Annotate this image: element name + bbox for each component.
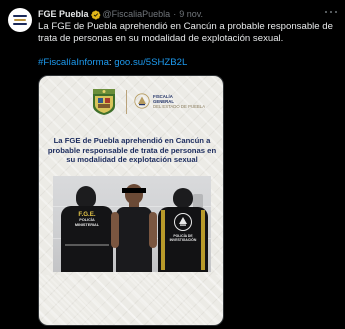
tweet[interactable]: FGE Puebla @FiscaliaPuebla · 9 nov. La F… <box>0 0 345 329</box>
tweet-image[interactable]: FISCALÍA GENERAL DEL ESTADO DE PUEBLA La… <box>38 75 224 326</box>
officer-left: F.G.E. POLICÍA MINISTERIAL <box>59 186 115 272</box>
tweet-text: La FGE de Puebla aprehendió en Cancún a … <box>38 21 333 44</box>
display-name[interactable]: FGE Puebla <box>38 9 89 20</box>
handle[interactable]: @FiscaliaPuebla <box>103 9 171 20</box>
url-link[interactable]: goo.su/5SHZB2L <box>114 57 187 68</box>
tweet-header: FGE Puebla @FiscaliaPuebla · 9 nov. <box>38 9 203 20</box>
image-pattern-footer <box>39 275 223 325</box>
arrest-photo: F.G.E. POLICÍA MINISTERIAL POLICÍA DE IN… <box>53 176 211 272</box>
fge-seal-icon <box>134 93 150 109</box>
hashtag-link[interactable]: #FiscalíaInforma <box>38 57 109 68</box>
avatar[interactable] <box>8 8 32 32</box>
more-options-icon[interactable] <box>323 6 339 18</box>
separator-dot: · <box>173 9 177 19</box>
officer-right: POLICÍA DE INVESTIGACIÓN <box>157 188 209 272</box>
tweet-link-line: #FiscalíaInforma: goo.su/5SHZB2L <box>38 57 187 69</box>
vest-label-right: POLICÍA DE INVESTIGACIÓN <box>169 234 197 243</box>
vest-label-left: F.G.E. POLICÍA MINISTERIAL <box>74 211 100 227</box>
fge-logo: FISCALÍA GENERAL DEL ESTADO DE PUEBLA <box>134 93 205 109</box>
investigation-police-badge-icon <box>174 213 192 231</box>
detainee <box>111 184 157 272</box>
fge-avatar-logo-icon <box>13 15 27 25</box>
logo-divider <box>126 90 127 114</box>
image-headline: La FGE de Puebla aprehendió en Cancún a … <box>47 136 217 165</box>
tweet-date[interactable]: 9 nov. <box>179 9 203 20</box>
verified-badge-icon[interactable] <box>90 9 101 20</box>
fge-logo-sub: DEL ESTADO DE PUEBLA <box>153 103 206 109</box>
puebla-state-shield-icon <box>93 89 115 115</box>
